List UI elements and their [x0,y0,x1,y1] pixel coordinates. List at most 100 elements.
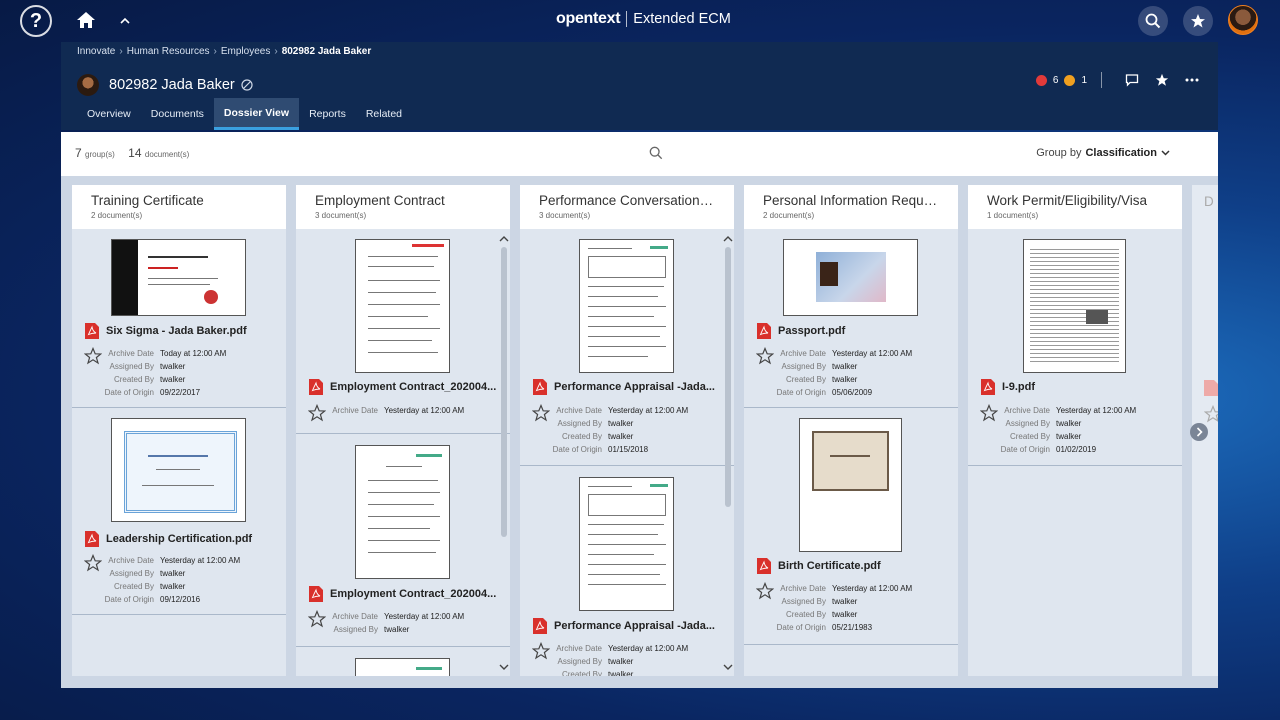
document-name[interactable]: Performance Appraisal -Jada... [533,379,715,395]
favorite-star-icon[interactable] [1204,405,1218,423]
scroll-up-icon[interactable] [723,235,733,243]
document-name[interactable]: Birth Certificate.pdf [757,558,881,574]
more-actions-button[interactable] [1184,72,1200,88]
passport-photo [820,262,838,286]
collapse-button[interactable] [117,10,133,30]
scroll-thumb[interactable] [501,247,507,537]
document-card[interactable]: Employment Contract_202004... Archive Da… [296,434,510,647]
document-metadata: Archive Date Today at 12:00 AM Assigned B… [72,347,227,399]
breadcrumb-item-employees[interactable]: Employees [221,46,270,57]
chevron-up-icon [120,17,130,24]
meta-key-assigned: Assigned By [557,657,602,666]
help-button[interactable]: ? [20,5,52,37]
document-name[interactable]: Six Sigma - Jada Baker.pdf [85,323,247,339]
document-metadata: Archive Date Yesterday at 12:00 AM Assign… [520,642,688,676]
tab-documents[interactable]: Documents [141,98,214,130]
group-header: Performance Conversations (YE... 3 docum… [520,185,734,229]
document-name[interactable]: Passport.pdf [757,323,845,339]
tab-related[interactable]: Related [356,98,412,130]
thumb-line [588,326,666,327]
document-thumbnail[interactable] [783,239,918,316]
group-count: 2 document(s) [763,211,815,220]
document-name[interactable]: Employment Contract_202004... [309,586,496,602]
document-thumbnail[interactable] [579,239,674,373]
thumb-line [148,267,178,269]
group-count: 3 document(s) [315,211,367,220]
document-card[interactable]: Birth Certificate.pdf Archive Date Yester… [744,408,958,645]
home-button[interactable] [74,8,98,32]
meta-assigned-by: twalker [608,657,634,666]
document-card[interactable]: Performance Appraisal -Jada... Archive D… [520,229,734,466]
document-metadata: Archive Date Yesterday at 12:00 AM Assign… [520,404,689,456]
document-thumbnail[interactable] [111,239,246,316]
thumb-line [368,304,440,305]
meta-key-created: Created By [785,375,826,384]
group-column-training-certificate: Training Certificate 2 document(s) Six S… [72,185,286,676]
meta-created-by: twalker [608,670,634,676]
meta-archive-date: Yesterday at 12:00 AM [832,349,913,358]
global-search-button[interactable] [1138,6,1168,36]
document-name[interactable]: Employment Contract_202004... [309,379,496,395]
document-name[interactable]: Leadership Certification.pdf [85,531,252,547]
object-header: Innovate › Human Resources › Employees ›… [61,42,1218,130]
scroll-down-icon[interactable] [499,663,509,671]
alert-badge-icon[interactable] [1035,74,1047,86]
search-icon[interactable] [649,146,663,160]
tab-overview[interactable]: Overview [77,98,141,130]
object-title: 802982 Jada Baker [77,74,253,96]
warning-badge-icon[interactable] [1064,74,1076,86]
document-thumbnail[interactable] [1023,239,1126,373]
user-avatar[interactable] [1228,5,1258,35]
certificate-black-band [112,240,138,315]
meta-created-by: twalker [832,610,858,619]
meta-archive-date: Yesterday at 12:00 AM [608,644,689,653]
group-by-dropdown[interactable]: Group by Classification [1036,147,1170,159]
document-name[interactable]: Performance Appraisal -Jada... [533,618,715,634]
favorites-button[interactable] [1183,6,1213,36]
comments-button[interactable] [1124,72,1140,88]
breadcrumb-item-human-resources[interactable]: Human Resources [127,46,210,57]
column-scrollbar[interactable] [499,235,509,671]
document-card[interactable]: Passport.pdf Archive Date Yesterday at 12… [744,229,958,408]
document-thumbnail[interactable] [579,477,674,611]
document-name-text: I-9.pdf [1002,381,1035,393]
dossier-counts: 7 group(s) 14 document(s) [75,146,189,160]
groups-label: group(s) [85,150,115,159]
document-thumbnail[interactable] [799,418,902,552]
thumb-line [368,280,440,281]
document-card[interactable]: I-9.pdf Archive Date Yesterday at 12:00 A… [968,229,1182,466]
document-card[interactable] [296,647,510,676]
document-thumbnail[interactable] [355,239,450,373]
thumb-line [142,485,214,486]
document-thumbnail[interactable] [355,658,450,676]
document-thumbnail[interactable] [355,445,450,579]
scroll-up-icon[interactable] [499,235,509,243]
document-card[interactable]: Six Sigma - Jada Baker.pdf Archive Date T… [72,229,286,408]
document-card[interactable]: Employment Contract_202004... Archive Da… [296,229,510,434]
comment-icon [1125,74,1139,87]
document-metadata: Archive Date Yesterday at 12:00 AM [296,404,464,417]
meta-key-origin: Date of Origin [552,445,602,454]
tab-dossier-view[interactable]: Dossier View [213,98,300,130]
partial-column-title: D [1204,194,1214,209]
thumb-line [368,492,440,493]
meta-key-archive: Archive Date [332,406,378,415]
tab-reports[interactable]: Reports [299,98,356,130]
document-name[interactable]: I-9.pdf [981,379,1035,395]
column-scrollbar[interactable] [723,235,733,671]
thumb-line [368,266,434,267]
breadcrumb-item-innovate[interactable]: Innovate [77,46,115,57]
meta-key-created: Created By [113,375,154,384]
document-card[interactable]: Leadership Certification.pdf Archive Dat… [72,408,286,615]
thumb-line [368,552,436,553]
scroll-down-icon[interactable] [723,663,733,671]
thumb-line [588,486,632,487]
thumb-line [148,278,218,279]
document-thumbnail[interactable] [111,418,246,522]
document-card[interactable]: Performance Appraisal -Jada... Archive D… [520,466,734,676]
scroll-thumb[interactable] [725,247,731,507]
favorite-object-button[interactable] [1154,72,1170,88]
meta-archive-date: Yesterday at 12:00 AM [160,556,241,565]
scroll-right-button[interactable] [1190,423,1208,441]
no-entry-icon[interactable] [241,79,253,91]
